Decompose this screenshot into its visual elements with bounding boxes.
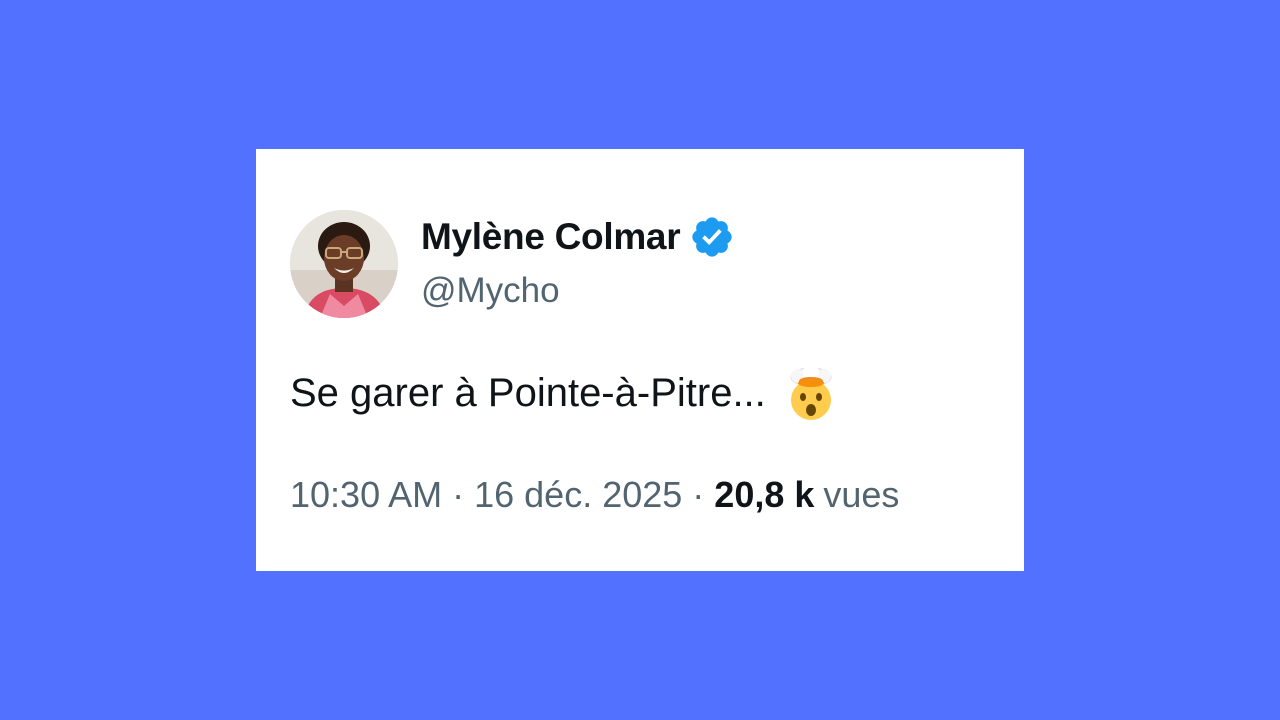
meta-separator: · [452, 474, 465, 515]
exploding-head-emoji-icon [782, 364, 840, 422]
author-handle[interactable]: @Mycho [421, 271, 560, 311]
verified-badge-icon [689, 214, 735, 260]
avatar[interactable] [290, 210, 398, 318]
author-display-name[interactable]: Mylène Colmar [421, 216, 681, 258]
tweet-text: Se garer à Pointe-à-Pitre... [290, 370, 766, 415]
profile-photo-avatar [290, 210, 398, 318]
tweet-date[interactable]: 16 déc. 2025 [474, 474, 682, 516]
tweet-body: Se garer à Pointe-à-Pitre... [290, 364, 840, 422]
meta-separator: · [692, 474, 705, 515]
views-count: 20,8 k [714, 474, 815, 515]
tweet-metadata: 10:30 AM · 16 déc. 2025 · 20,8 k vues [290, 474, 899, 516]
views-label: vues [823, 474, 900, 515]
author-name-row: Mylène Colmar [421, 213, 735, 261]
tweet-card: Mylène Colmar @Mycho Se garer à Pointe-à… [256, 149, 1024, 571]
tweet-time[interactable]: 10:30 AM [290, 474, 442, 516]
